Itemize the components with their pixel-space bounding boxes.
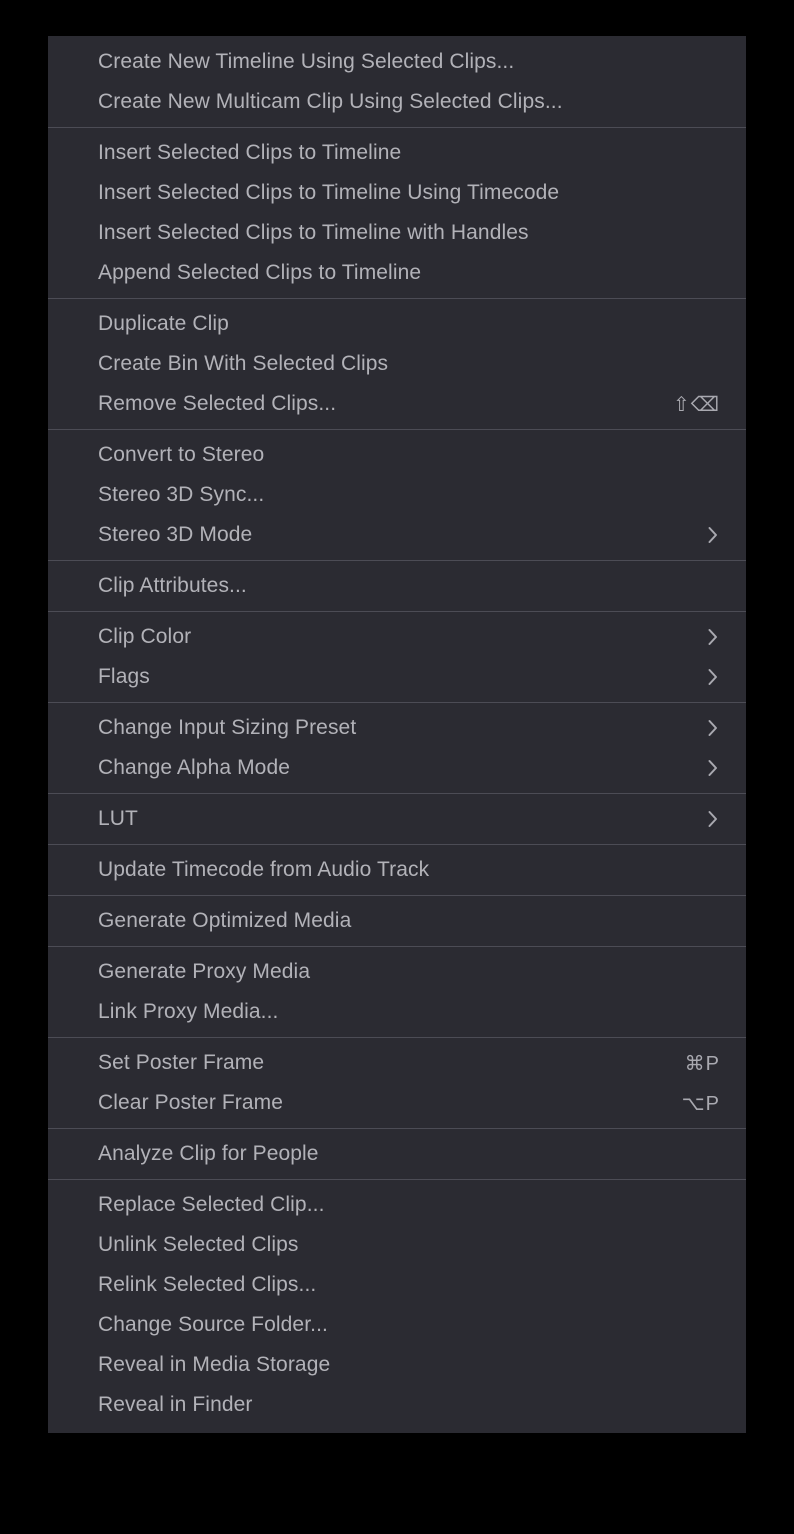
menu-group: Create New Timeline Using Selected Clips… bbox=[48, 42, 746, 122]
menu-item-label: Unlink Selected Clips bbox=[98, 1233, 299, 1256]
menu-item-duplicate-clip[interactable]: Duplicate Clip bbox=[48, 304, 746, 344]
menu-item-flags[interactable]: Flags bbox=[48, 657, 746, 697]
menu-item-replace-selected-clip[interactable]: Replace Selected Clip... bbox=[48, 1185, 746, 1225]
menu-separator bbox=[48, 895, 746, 896]
menu-item-create-new-timeline-using-selected-clips[interactable]: Create New Timeline Using Selected Clips… bbox=[48, 42, 746, 82]
menu-item-lut[interactable]: LUT bbox=[48, 799, 746, 839]
menu-item-shortcut: ⌥P bbox=[681, 1092, 720, 1115]
menu-item-label: Replace Selected Clip... bbox=[98, 1193, 325, 1216]
menu-item-append-selected-clips-to-timeline[interactable]: Append Selected Clips to Timeline bbox=[48, 253, 746, 293]
menu-item-convert-to-stereo[interactable]: Convert to Stereo bbox=[48, 435, 746, 475]
menu-separator bbox=[48, 946, 746, 947]
menu-item-stereo-3d-mode[interactable]: Stereo 3D Mode bbox=[48, 515, 746, 555]
menu-separator bbox=[48, 793, 746, 794]
menu-item-remove-selected-clips[interactable]: Remove Selected Clips... ⇧⌫ bbox=[48, 384, 746, 424]
menu-item-label: Create New Multicam Clip Using Selected … bbox=[98, 90, 563, 113]
menu-item-change-alpha-mode[interactable]: Change Alpha Mode bbox=[48, 748, 746, 788]
menu-item-label: Reveal in Media Storage bbox=[98, 1353, 331, 1376]
menu-item-label: Append Selected Clips to Timeline bbox=[98, 261, 422, 284]
menu-item-label: Clip Attributes... bbox=[98, 574, 247, 597]
menu-item-reveal-in-media-storage[interactable]: Reveal in Media Storage bbox=[48, 1345, 746, 1385]
menu-item-generate-optimized-media[interactable]: Generate Optimized Media bbox=[48, 901, 746, 941]
chevron-right-icon bbox=[706, 667, 720, 687]
menu-group: Insert Selected Clips to Timeline Insert … bbox=[48, 133, 746, 293]
menu-group: Update Timecode from Audio Track bbox=[48, 850, 746, 890]
menu-separator bbox=[48, 1179, 746, 1180]
menu-separator bbox=[48, 1037, 746, 1038]
menu-group: Analyze Clip for People bbox=[48, 1134, 746, 1174]
menu-group: Convert to Stereo Stereo 3D Sync... Stereo… bbox=[48, 435, 746, 555]
menu-item-label: Create New Timeline Using Selected Clips… bbox=[98, 50, 515, 73]
menu-item-label: Link Proxy Media... bbox=[98, 1000, 279, 1023]
menu-item-shortcut: ⇧⌫ bbox=[672, 393, 720, 416]
menu-separator bbox=[48, 127, 746, 128]
menu-item-label: Convert to Stereo bbox=[98, 443, 265, 466]
menu-item-insert-selected-clips-to-timeline[interactable]: Insert Selected Clips to Timeline bbox=[48, 133, 746, 173]
menu-item-stereo-3d-sync[interactable]: Stereo 3D Sync... bbox=[48, 475, 746, 515]
menu-item-label: Change Source Folder... bbox=[98, 1313, 328, 1336]
menu-item-generate-proxy-media[interactable]: Generate Proxy Media bbox=[48, 952, 746, 992]
menu-item-analyze-clip-for-people[interactable]: Analyze Clip for People bbox=[48, 1134, 746, 1174]
menu-item-label: Clip Color bbox=[98, 625, 192, 648]
menu-group: Set Poster Frame ⌘P Clear Poster Frame ⌥P bbox=[48, 1043, 746, 1123]
menu-separator bbox=[48, 702, 746, 703]
menu-item-change-source-folder[interactable]: Change Source Folder... bbox=[48, 1305, 746, 1345]
menu-separator bbox=[48, 429, 746, 430]
menu-item-label: Insert Selected Clips to Timeline with H… bbox=[98, 221, 529, 244]
menu-item-clear-poster-frame[interactable]: Clear Poster Frame ⌥P bbox=[48, 1083, 746, 1123]
menu-separator bbox=[48, 844, 746, 845]
menu-item-label: Insert Selected Clips to Timeline bbox=[98, 141, 402, 164]
menu-item-clip-color[interactable]: Clip Color bbox=[48, 617, 746, 657]
chevron-right-icon bbox=[706, 809, 720, 829]
menu-group: Clip Color Flags bbox=[48, 617, 746, 697]
menu-group: LUT bbox=[48, 799, 746, 839]
menu-item-label: Duplicate Clip bbox=[98, 312, 229, 335]
menu-item-label: Generate Proxy Media bbox=[98, 960, 311, 983]
menu-item-relink-selected-clips[interactable]: Relink Selected Clips... bbox=[48, 1265, 746, 1305]
chevron-right-icon bbox=[706, 627, 720, 647]
menu-group: Generate Optimized Media bbox=[48, 901, 746, 941]
menu-item-create-new-multicam-clip-using-selected-clips[interactable]: Create New Multicam Clip Using Selected … bbox=[48, 82, 746, 122]
menu-item-clip-attributes[interactable]: Clip Attributes... bbox=[48, 566, 746, 606]
menu-separator bbox=[48, 298, 746, 299]
menu-item-update-timecode-from-audio-track[interactable]: Update Timecode from Audio Track bbox=[48, 850, 746, 890]
menu-item-label: Clear Poster Frame bbox=[98, 1091, 284, 1114]
menu-item-label: Flags bbox=[98, 665, 150, 688]
menu-item-label: Reveal in Finder bbox=[98, 1393, 253, 1416]
menu-item-label: Stereo 3D Mode bbox=[98, 523, 253, 546]
chevron-right-icon bbox=[706, 758, 720, 778]
menu-item-shortcut: ⌘P bbox=[684, 1052, 720, 1075]
menu-item-label: Insert Selected Clips to Timeline Using … bbox=[98, 181, 560, 204]
menu-separator bbox=[48, 611, 746, 612]
chevron-right-icon bbox=[706, 718, 720, 738]
chevron-right-icon bbox=[706, 525, 720, 545]
menu-item-reveal-in-finder[interactable]: Reveal in Finder bbox=[48, 1385, 746, 1425]
menu-item-unlink-selected-clips[interactable]: Unlink Selected Clips bbox=[48, 1225, 746, 1265]
menu-separator bbox=[48, 560, 746, 561]
menu-separator bbox=[48, 1128, 746, 1129]
menu-group: Change Input Sizing Preset Change Alpha M… bbox=[48, 708, 746, 788]
menu-group: Generate Proxy Media Link Proxy Media... bbox=[48, 952, 746, 1032]
menu-item-insert-selected-clips-to-timeline-with-handles[interactable]: Insert Selected Clips to Timeline with H… bbox=[48, 213, 746, 253]
menu-group: Clip Attributes... bbox=[48, 566, 746, 606]
menu-item-label: Analyze Clip for People bbox=[98, 1142, 319, 1165]
menu-item-label: Relink Selected Clips... bbox=[98, 1273, 317, 1296]
menu-item-label: Change Input Sizing Preset bbox=[98, 716, 357, 739]
menu-item-change-input-sizing-preset[interactable]: Change Input Sizing Preset bbox=[48, 708, 746, 748]
menu-item-label: Stereo 3D Sync... bbox=[98, 483, 265, 506]
clip-context-menu: Create New Timeline Using Selected Clips… bbox=[48, 36, 746, 1433]
menu-item-link-proxy-media[interactable]: Link Proxy Media... bbox=[48, 992, 746, 1032]
menu-item-label: Create Bin With Selected Clips bbox=[98, 352, 389, 375]
menu-group: Duplicate Clip Create Bin With Selected C… bbox=[48, 304, 746, 424]
menu-item-label: LUT bbox=[98, 807, 138, 830]
menu-item-label: Generate Optimized Media bbox=[98, 909, 352, 932]
menu-item-create-bin-with-selected-clips[interactable]: Create Bin With Selected Clips bbox=[48, 344, 746, 384]
menu-item-label: Update Timecode from Audio Track bbox=[98, 858, 430, 881]
menu-item-label: Set Poster Frame bbox=[98, 1051, 265, 1074]
menu-item-label: Change Alpha Mode bbox=[98, 756, 291, 779]
menu-item-insert-selected-clips-to-timeline-using-timecode[interactable]: Insert Selected Clips to Timeline Using … bbox=[48, 173, 746, 213]
menu-item-set-poster-frame[interactable]: Set Poster Frame ⌘P bbox=[48, 1043, 746, 1083]
menu-item-label: Remove Selected Clips... bbox=[98, 392, 337, 415]
menu-group: Replace Selected Clip... Unlink Selected … bbox=[48, 1185, 746, 1425]
